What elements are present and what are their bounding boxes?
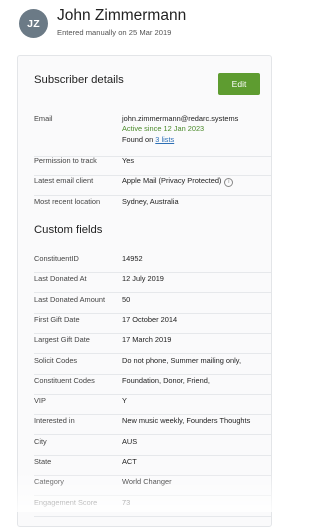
custom-field-row: VIP Y — [34, 396, 271, 416]
custom-field-value: Foundation, Donor, Friend, — [122, 375, 210, 385]
custom-field-value: 17 October 2014 — [122, 314, 178, 324]
custom-field-row: Largest Gift Date 17 March 2019 — [34, 335, 271, 355]
custom-field-value: 73 — [122, 497, 131, 507]
custom-field-value: 12 July 2019 — [122, 274, 164, 284]
custom-field-value: ACT — [122, 457, 137, 466]
active-since-text: Active since 12 Jan 2023 — [122, 124, 205, 134]
detail-row-permission: Permission to track Yes — [34, 156, 271, 176]
custom-field-row: Category World Changer — [34, 477, 271, 497]
location-value: Sydney, Australia — [122, 197, 179, 206]
custom-field-label: Category — [34, 477, 64, 487]
email-client-text: Apple Mail (Privacy Protected) — [122, 176, 222, 185]
detail-row-location: Most recent location Sydney, Australia — [34, 197, 271, 216]
custom-field-row: First Gift Date 17 October 2014 — [34, 315, 271, 334]
custom-field-value: 14952 — [122, 254, 143, 263]
custom-field-value: World Changer — [122, 477, 172, 487]
custom-field-row: Constituent Codes Foundation, Donor, Frie… — [34, 376, 271, 395]
custom-field-value: New music weekly, Founders Thoughts — [122, 416, 251, 426]
detail-row-email-client: Latest email client Apple Mail (Privacy … — [34, 176, 271, 196]
profile-header: JZ John Zimmermann Entered manually on 2… — [0, 0, 287, 52]
custom-field-label: Last Donated At — [34, 274, 87, 284]
custom-field-row: Solicit Codes Do not phone, Summer mailin… — [34, 356, 271, 375]
found-on-prefix: Found on — [122, 134, 156, 144]
email-client-label: Latest email client — [34, 176, 94, 185]
custom-field-label: First Gift Date — [34, 314, 80, 324]
custom-field-row: ConstituentID 14952 — [34, 254, 271, 273]
custom-field-value: AUS — [122, 436, 138, 446]
email-value: john.zimmermann@redarc.systems Active si… — [122, 114, 238, 145]
custom-field-row: State ACT — [34, 457, 271, 476]
custom-field-value: 17 March 2019 — [122, 335, 172, 345]
custom-field-row: Last Donated Amount 50 — [34, 295, 271, 314]
custom-field-value: Y — [122, 396, 127, 406]
custom-field-label: ConstituentID — [34, 254, 79, 263]
info-icon[interactable]: i — [224, 178, 234, 187]
custom-field-label: Last Donated Amount — [34, 294, 106, 304]
permission-label: Permission to track — [34, 156, 97, 165]
custom-field-label: Largest Gift Date — [34, 335, 90, 345]
custom-field-row: Interested in New music weekly, Founders … — [34, 416, 271, 436]
custom-fields-title: Custom fields — [34, 224, 103, 236]
email-label: Email — [34, 114, 53, 123]
location-label: Most recent location — [34, 197, 101, 206]
custom-field-row: City AUS — [34, 437, 271, 456]
custom-field-label: Interested in — [34, 416, 75, 426]
detail-row-email: Email john.zimmermann@redarc.systems Act… — [34, 114, 271, 157]
custom-field-label: Constituent Codes — [34, 375, 95, 385]
custom-field-value: Do not phone, Summer mailing only, — [122, 355, 241, 365]
found-on-text: Found on 3 lists — [122, 135, 238, 145]
custom-field-label: State — [34, 457, 52, 466]
custom-field-label: Solicit Codes — [34, 355, 78, 365]
custom-field-value: 50 — [122, 294, 131, 304]
lists-link[interactable]: 3 lists — [155, 135, 174, 144]
subscriber-name: John Zimmermann — [57, 7, 187, 24]
permission-value: Yes — [122, 156, 135, 165]
subscriber-details-card: Subscriber details Edit Email john.zimme… — [17, 55, 272, 527]
subscriber-details-title: Subscriber details — [34, 74, 124, 86]
custom-field-label: City — [34, 436, 47, 446]
custom-field-row: Last Donated At 12 July 2019 — [34, 274, 271, 294]
custom-field-label: Engagement Score — [34, 497, 98, 507]
entered-info: Entered manually on 25 Mar 2019 — [57, 28, 172, 37]
email-address[interactable]: john.zimmermann@redarc.systems — [122, 114, 238, 124]
edit-button[interactable]: Edit — [218, 73, 260, 95]
custom-field-row: Engagement Score 73 — [34, 498, 271, 517]
custom-field-label: VIP — [34, 396, 46, 406]
avatar: JZ — [19, 9, 48, 38]
email-client-value: Apple Mail (Privacy Protected) i — [122, 176, 234, 187]
